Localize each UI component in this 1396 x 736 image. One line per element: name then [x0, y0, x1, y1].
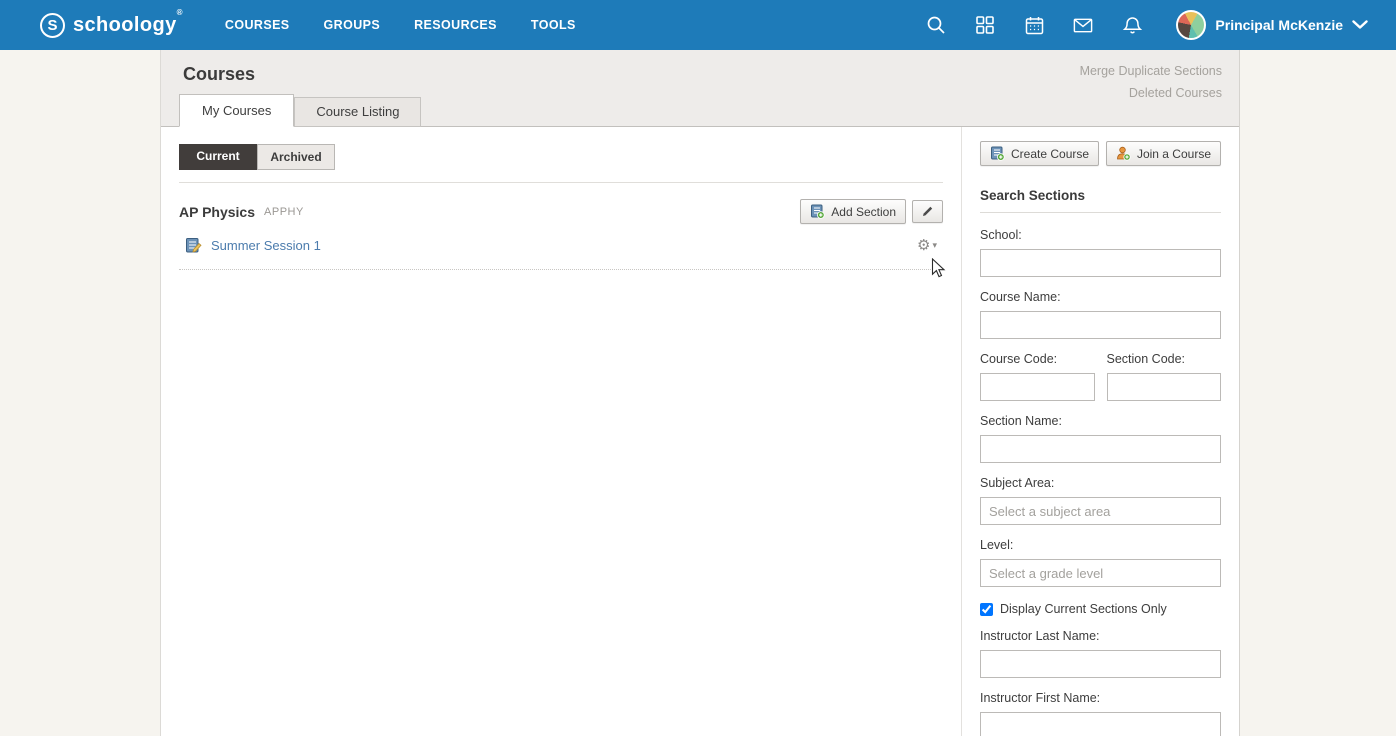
section-options-menu[interactable]: ⚙ ▾ [917, 238, 937, 253]
section-notebook-icon [185, 237, 202, 254]
code-row: Course Code: Section Code: [980, 339, 1221, 401]
page-container: Courses Merge Duplicate Sections Deleted… [160, 50, 1240, 736]
tab-my-courses[interactable]: My Courses [179, 94, 294, 127]
display-current-sections-label: Display Current Sections Only [1000, 602, 1167, 616]
search-sections-heading: Search Sections [980, 188, 1221, 213]
pencil-icon [921, 205, 934, 218]
filter-archived[interactable]: Archived [257, 144, 335, 170]
gear-icon: ⚙ [917, 238, 930, 253]
current-sections-checkbox-row: Display Current Sections Only [980, 602, 1221, 616]
school-input[interactable] [980, 249, 1221, 277]
avatar [1176, 10, 1206, 40]
course-code-label: Course Code: [980, 352, 1095, 366]
apps-grid-icon[interactable] [974, 14, 996, 36]
section-code-label: Section Code: [1107, 352, 1222, 366]
primary-nav: COURSES GROUPS RESOURCES TOOLS [225, 18, 576, 32]
messages-icon[interactable] [1072, 14, 1094, 36]
page-title: Courses [183, 64, 255, 85]
subject-area-select[interactable] [980, 497, 1221, 525]
course-name-label: Course Name: [980, 290, 1221, 304]
course-name: AP Physics [179, 204, 255, 220]
instructor-last-name-label: Instructor Last Name: [980, 629, 1221, 643]
course-tabs: My Courses Course Listing [179, 94, 421, 127]
filter-current[interactable]: Current [179, 144, 257, 170]
tab-course-listing[interactable]: Course Listing [294, 97, 421, 127]
header-action-links: Merge Duplicate Sections Deleted Courses [1080, 60, 1222, 104]
content-row: Current Archived AP Physics APPHY [161, 127, 1239, 736]
course-name-input[interactable] [980, 311, 1221, 339]
notebook-plus-icon [990, 146, 1005, 161]
notebook-plus-icon [810, 204, 825, 219]
edit-course-button[interactable] [912, 200, 943, 223]
course-code-input[interactable] [980, 373, 1095, 401]
section-row: Summer Session 1 ⚙ ▾ [179, 224, 943, 270]
join-course-button[interactable]: Join a Course [1106, 141, 1221, 166]
search-sections-form: School: Course Name: Course Code: Sectio… [980, 228, 1221, 736]
level-label: Level: [980, 538, 1221, 552]
level-select[interactable] [980, 559, 1221, 587]
merge-duplicate-sections-link[interactable]: Merge Duplicate Sections [1080, 60, 1222, 82]
subject-area-label: Subject Area: [980, 476, 1221, 490]
deleted-courses-link[interactable]: Deleted Courses [1080, 82, 1222, 104]
page-header-band: Courses Merge Duplicate Sections Deleted… [161, 50, 1239, 127]
search-icon[interactable] [925, 14, 947, 36]
create-course-button[interactable]: Create Course [980, 141, 1099, 166]
nav-courses[interactable]: COURSES [225, 18, 290, 32]
brand-name: schoology® [73, 14, 183, 37]
user-name: Principal McKenzie [1215, 17, 1343, 33]
schoology-logo-icon: S [40, 13, 65, 38]
top-navigation-bar: S schoology® COURSES GROUPS RESOURCES TO… [0, 0, 1396, 50]
calendar-icon[interactable] [1023, 14, 1045, 36]
section-name-input[interactable] [980, 435, 1221, 463]
school-label: School: [980, 228, 1221, 242]
display-current-sections-checkbox[interactable] [980, 603, 993, 616]
create-course-label: Create Course [1011, 147, 1089, 161]
nav-groups[interactable]: GROUPS [324, 18, 381, 32]
caret-down-icon: ▾ [932, 241, 937, 250]
account-menu[interactable]: Principal McKenzie [1176, 10, 1368, 40]
topbar-right: Principal McKenzie [925, 10, 1368, 40]
section-name-label: Section Name: [980, 414, 1221, 428]
sidebar-actions: Create Course Join a Course [980, 141, 1221, 166]
instructor-first-name-label: Instructor First Name: [980, 691, 1221, 705]
instructor-last-name-input[interactable] [980, 650, 1221, 678]
add-section-button[interactable]: Add Section [800, 199, 906, 224]
notifications-icon[interactable] [1121, 14, 1143, 36]
add-section-label: Add Section [831, 205, 896, 219]
course-row: AP Physics APPHY Add Section [179, 183, 943, 224]
courses-panel: Current Archived AP Physics APPHY [161, 127, 961, 736]
join-course-label: Join a Course [1137, 147, 1211, 161]
nav-resources[interactable]: RESOURCES [414, 18, 497, 32]
section-code-input[interactable] [1107, 373, 1222, 401]
registered-mark: ® [177, 8, 183, 17]
course-code: APPHY [264, 206, 304, 218]
person-plus-icon [1116, 146, 1131, 161]
schoology-logo[interactable]: S schoology® [40, 13, 183, 38]
nav-tools[interactable]: TOOLS [531, 18, 576, 32]
chevron-down-icon [1352, 20, 1368, 30]
instructor-first-name-input[interactable] [980, 712, 1221, 736]
current-archived-toggle: Current Archived [179, 144, 335, 170]
search-sections-panel: Create Course Join a Course Search Secti… [961, 127, 1239, 736]
section-link[interactable]: Summer Session 1 [211, 238, 321, 253]
